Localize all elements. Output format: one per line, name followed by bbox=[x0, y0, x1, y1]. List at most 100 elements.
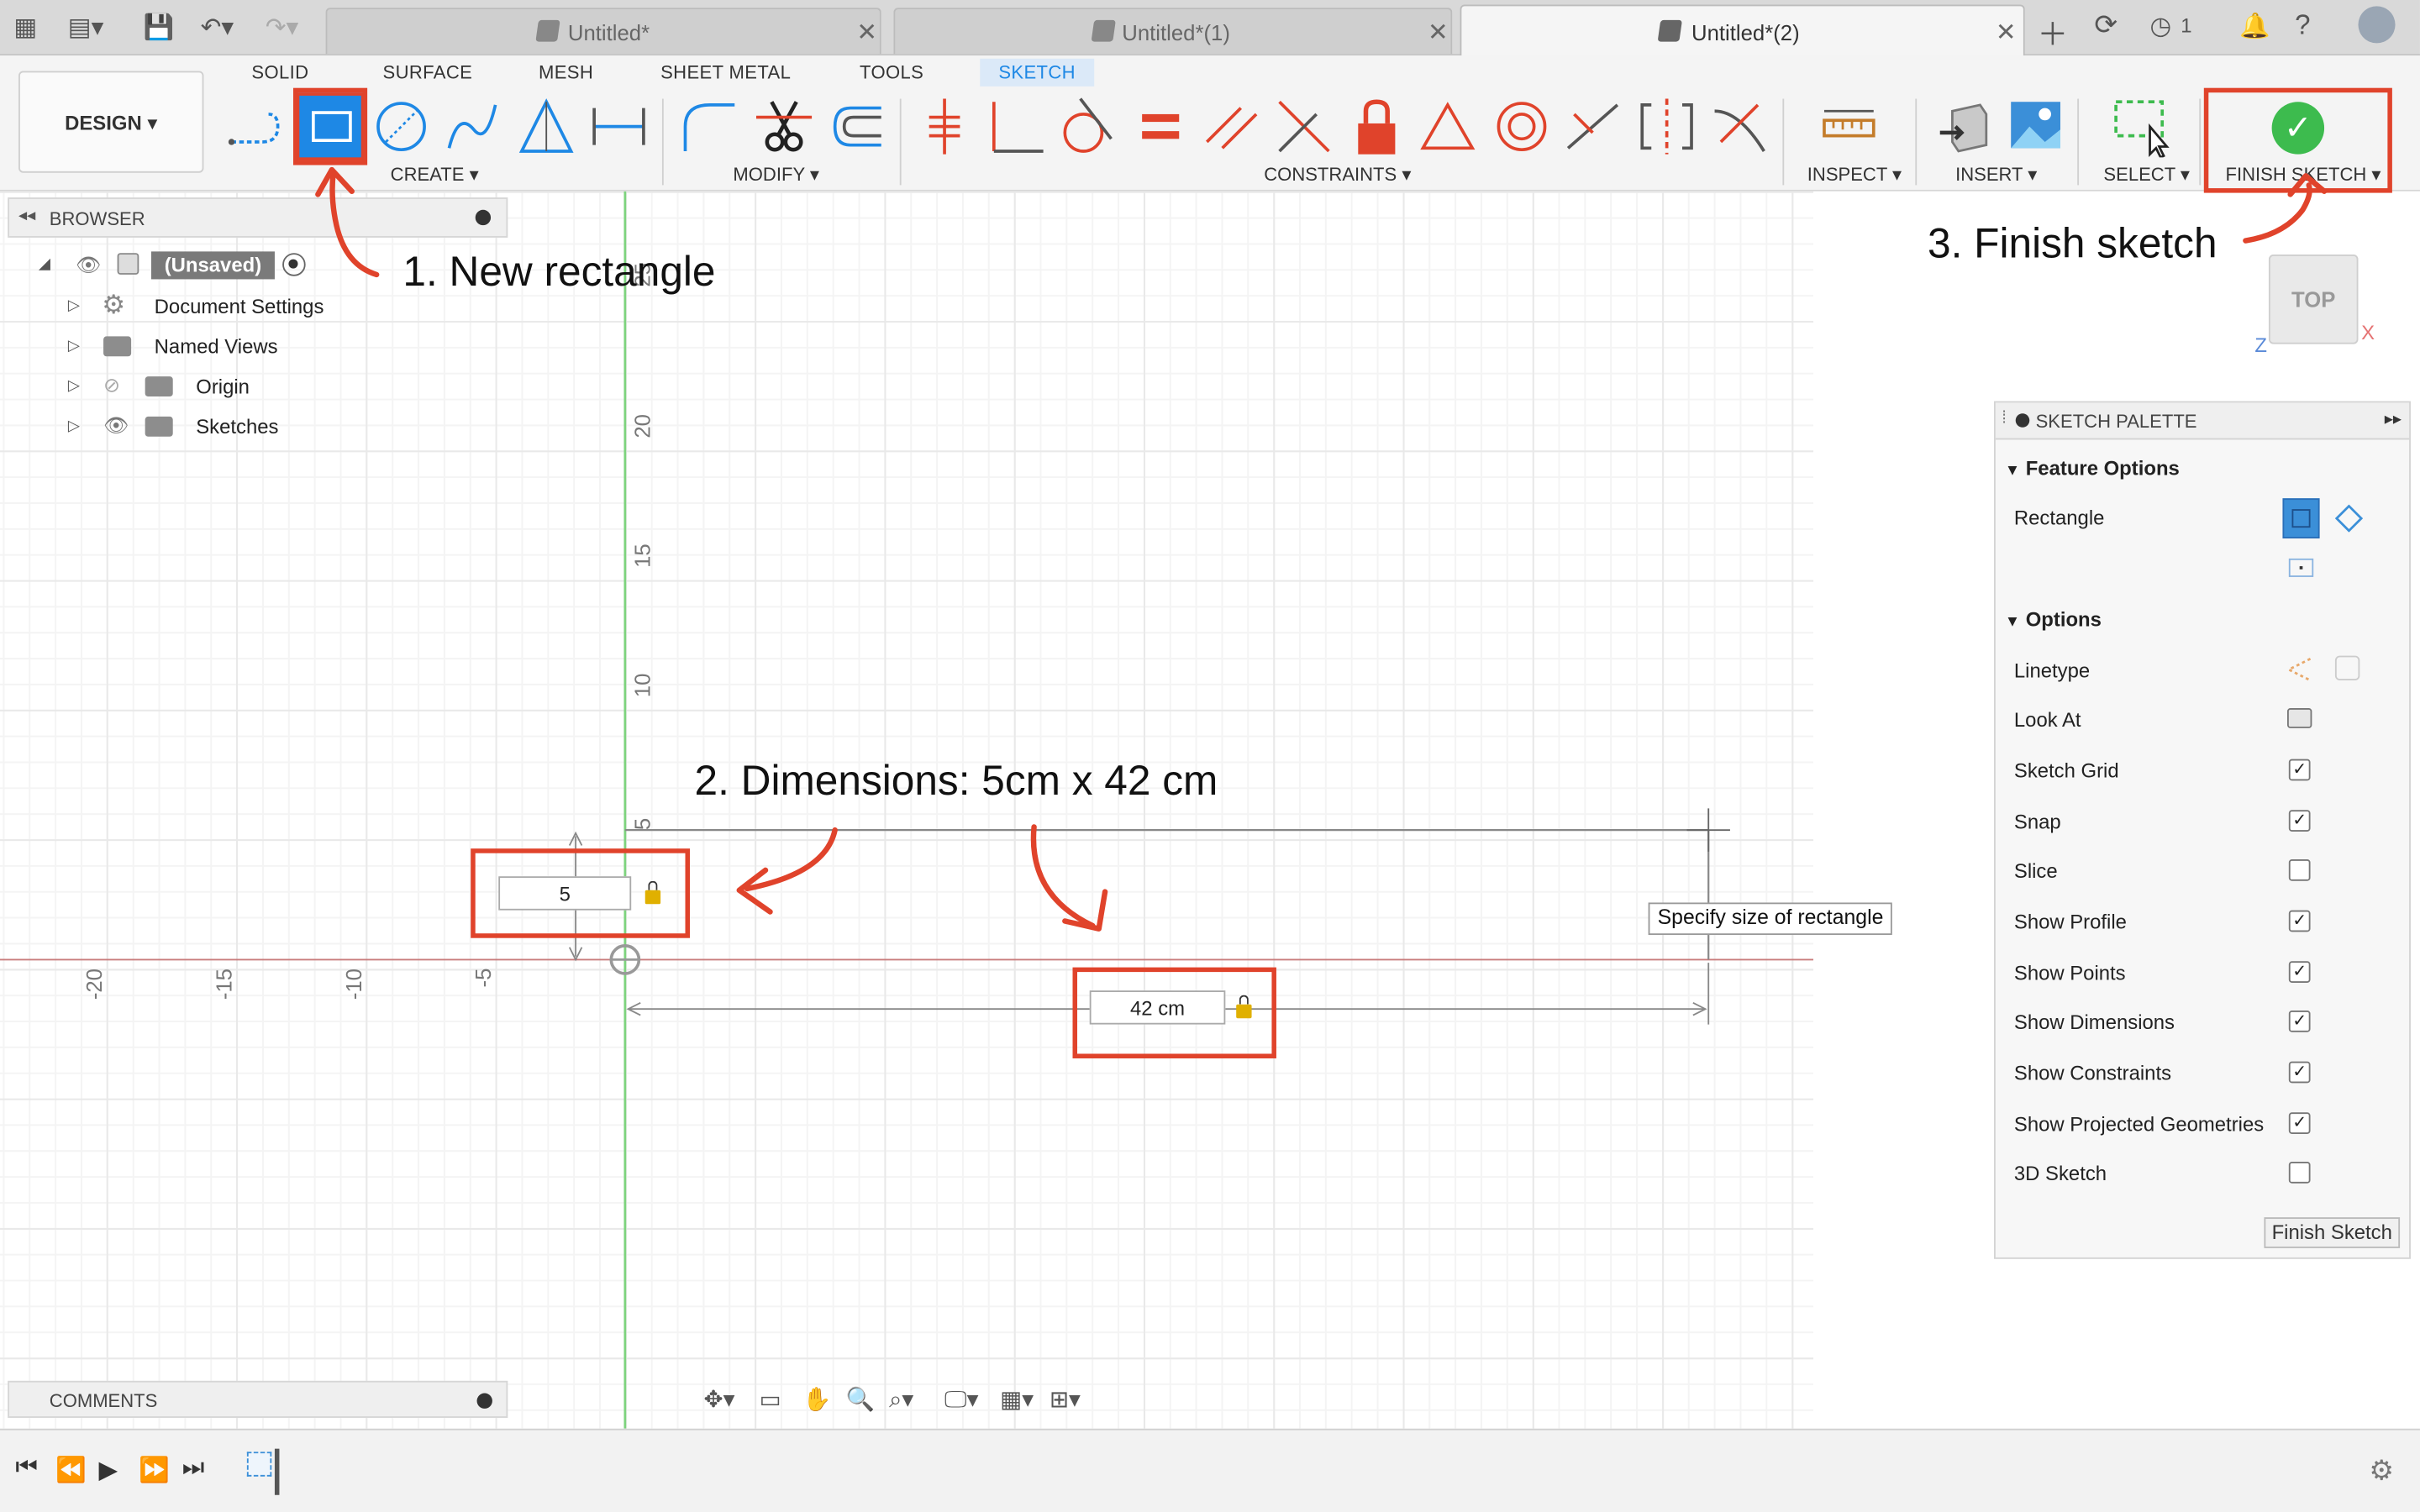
center-rectangle-icon[interactable] bbox=[2288, 558, 2314, 577]
insert-derive-icon[interactable] bbox=[1933, 96, 1995, 157]
close-tab-icon[interactable]: ✕ bbox=[856, 17, 877, 48]
look-at-nav-icon[interactable]: ▭ bbox=[760, 1385, 781, 1413]
help-icon[interactable]: ? bbox=[2295, 9, 2310, 42]
modify-group-label[interactable]: MODIFY ▾ bbox=[733, 164, 819, 186]
user-avatar[interactable] bbox=[2358, 6, 2396, 44]
show-projected-geometries-checkbox[interactable]: ✓ bbox=[2288, 1112, 2311, 1134]
fillet-tool-icon[interactable] bbox=[679, 96, 740, 157]
show-constraints-checkbox[interactable]: ✓ bbox=[2288, 1061, 2311, 1084]
viewports-icon[interactable]: ⊞▾ bbox=[1050, 1385, 1081, 1413]
drag-handle-icon[interactable]: ⁞ bbox=[2002, 409, 2007, 428]
measure-ruler-icon[interactable] bbox=[1818, 96, 1880, 157]
timeline-settings-gear-icon[interactable]: ⚙ bbox=[2369, 1455, 2394, 1488]
3d-sketch-checkbox[interactable] bbox=[2288, 1162, 2311, 1184]
panel-pin-icon[interactable] bbox=[475, 209, 492, 226]
apps-grid-icon[interactable]: ▦ bbox=[14, 13, 38, 44]
fit-zoom-icon[interactable]: ⌕▾ bbox=[889, 1385, 913, 1413]
inspect-group-label[interactable]: INSPECT ▾ bbox=[1807, 164, 1902, 186]
equal-constraint-icon[interactable] bbox=[1129, 96, 1191, 157]
palette-finish-sketch-button[interactable]: Finish Sketch bbox=[2264, 1217, 2401, 1248]
show-profile-checkbox[interactable]: ✓ bbox=[2288, 910, 2311, 932]
fix-lock-constraint-icon[interactable] bbox=[1346, 96, 1407, 157]
comments-panel-header[interactable]: COMMENTS bbox=[8, 1380, 508, 1418]
step-back-icon[interactable]: ⏪ bbox=[55, 1455, 87, 1486]
centerline-linetype-icon[interactable] bbox=[2334, 655, 2360, 680]
sketch-palette-header[interactable]: ⁞ SKETCH PALETTE ▸▸ bbox=[1995, 402, 2410, 440]
activate-component-icon[interactable] bbox=[282, 253, 306, 276]
select-window-icon[interactable] bbox=[2110, 96, 2171, 158]
play-icon[interactable]: ▶ bbox=[99, 1455, 118, 1486]
parallel-constraint-icon[interactable] bbox=[1201, 96, 1262, 157]
concentric-constraint-icon[interactable] bbox=[1491, 96, 1552, 157]
collinear-constraint-icon[interactable] bbox=[1273, 96, 1334, 157]
constraints-group-label[interactable]: CONSTRAINTS ▾ bbox=[1264, 164, 1411, 186]
select-group-label[interactable]: SELECT ▾ bbox=[2103, 164, 2190, 186]
close-tab-icon[interactable]: ✕ bbox=[1428, 17, 1449, 48]
tab-solid[interactable]: SOLID bbox=[251, 61, 308, 83]
expand-arrow-icon[interactable]: ▷ bbox=[68, 378, 80, 395]
collapse-panel-icon[interactable]: ◂◂ bbox=[18, 205, 35, 225]
feature-options-section[interactable]: ▼ Feature Options bbox=[2005, 457, 2180, 480]
offset-tool-icon[interactable] bbox=[826, 96, 887, 157]
create-group-label[interactable]: CREATE ▾ bbox=[391, 164, 479, 186]
construction-linetype-icon[interactable] bbox=[2286, 656, 2313, 684]
display-settings-icon[interactable]: 🖵▾ bbox=[944, 1385, 978, 1413]
tab-surface[interactable]: SURFACE bbox=[383, 61, 473, 83]
circle-tool-icon[interactable] bbox=[371, 96, 432, 157]
polygon-tool-icon[interactable] bbox=[515, 96, 576, 157]
tab-mesh[interactable]: MESH bbox=[539, 61, 593, 83]
curvature-constraint-icon[interactable] bbox=[1708, 96, 1770, 157]
perpendicular-constraint-icon[interactable] bbox=[985, 96, 1046, 157]
visibility-eye-icon[interactable]: 👁 bbox=[76, 253, 101, 277]
tab-untitled-1[interactable]: Untitled*(1) ✕ bbox=[893, 8, 1453, 55]
expand-arrow-icon[interactable]: ▷ bbox=[68, 418, 80, 435]
collapse-icon[interactable] bbox=[2015, 413, 2030, 428]
tab-sketch[interactable]: SKETCH bbox=[980, 58, 1094, 87]
show-dimensions-checkbox[interactable]: ✓ bbox=[2288, 1011, 2311, 1032]
expand-arrow-icon[interactable]: ◢ bbox=[39, 256, 50, 273]
redo-icon[interactable]: ↷▾ bbox=[266, 13, 298, 44]
sketch-dimension-icon[interactable] bbox=[588, 96, 650, 157]
sketch-grid-checkbox[interactable]: ✓ bbox=[2288, 759, 2311, 781]
expand-arrow-icon[interactable]: ▷ bbox=[68, 297, 80, 314]
go-to-start-icon[interactable]: ⏮ bbox=[15, 1455, 37, 1483]
browser-root-unsaved[interactable]: (Unsaved) bbox=[150, 251, 275, 280]
job-status-icon[interactable]: ◷ bbox=[2150, 11, 2172, 42]
show-points-checkbox[interactable]: ✓ bbox=[2288, 961, 2311, 983]
coincident-constraint-icon[interactable] bbox=[913, 96, 975, 157]
close-tab-icon[interactable]: ✕ bbox=[1996, 17, 2017, 48]
file-menu-icon[interactable]: ▤▾ bbox=[68, 13, 104, 44]
midpoint-constraint-icon[interactable] bbox=[1417, 96, 1478, 157]
look-at-icon[interactable] bbox=[2286, 708, 2312, 728]
orbit-icon[interactable]: ✥▾ bbox=[704, 1385, 735, 1413]
tab-sheet-metal[interactable]: SHEET METAL bbox=[660, 61, 791, 83]
notifications-bell-icon[interactable]: 🔔 bbox=[2239, 11, 2270, 42]
step-forward-icon[interactable]: ⏩ bbox=[139, 1455, 170, 1486]
arc-tool-icon[interactable] bbox=[443, 96, 504, 157]
horizontal-vertical-constraint-icon[interactable] bbox=[1562, 96, 1623, 157]
expand-arrow-icon[interactable]: ▷ bbox=[68, 338, 80, 354]
zoom-icon[interactable]: 🔍 bbox=[846, 1385, 875, 1413]
two-point-rectangle-icon[interactable] bbox=[2282, 498, 2320, 539]
snap-checkbox[interactable]: ✓ bbox=[2288, 810, 2311, 832]
symmetry-constraint-icon[interactable] bbox=[1636, 96, 1697, 157]
three-point-rectangle-icon[interactable] bbox=[2334, 504, 2363, 533]
insert-canvas-image-icon[interactable] bbox=[2005, 96, 2066, 157]
save-icon[interactable]: 💾 bbox=[144, 13, 175, 44]
options-section[interactable]: ▼ Options bbox=[2005, 608, 2102, 632]
workspace-switcher-button[interactable]: DESIGN ▾ bbox=[18, 71, 204, 173]
pan-hand-icon[interactable]: ✋ bbox=[802, 1385, 831, 1413]
tab-untitled[interactable]: Untitled* ✕ bbox=[325, 8, 881, 55]
undo-icon[interactable]: ↶▾ bbox=[201, 13, 234, 44]
line-tool-icon[interactable] bbox=[225, 96, 287, 157]
visibility-eye-icon[interactable]: 👁 bbox=[103, 413, 129, 438]
extensions-icon[interactable]: ⟳ bbox=[2094, 9, 2118, 42]
viewcube[interactable]: TOP bbox=[2268, 255, 2359, 344]
browser-panel-header[interactable]: ◂◂ BROWSER bbox=[8, 197, 508, 238]
hidden-eye-icon[interactable]: ⊘ bbox=[103, 373, 120, 397]
add-comment-icon[interactable] bbox=[476, 1393, 492, 1409]
go-to-end-icon[interactable]: ⏭ bbox=[182, 1455, 204, 1483]
slice-checkbox[interactable] bbox=[2288, 859, 2311, 881]
trim-scissors-icon[interactable] bbox=[753, 96, 814, 157]
new-tab-plus-icon[interactable]: ＋ bbox=[2037, 9, 2068, 54]
